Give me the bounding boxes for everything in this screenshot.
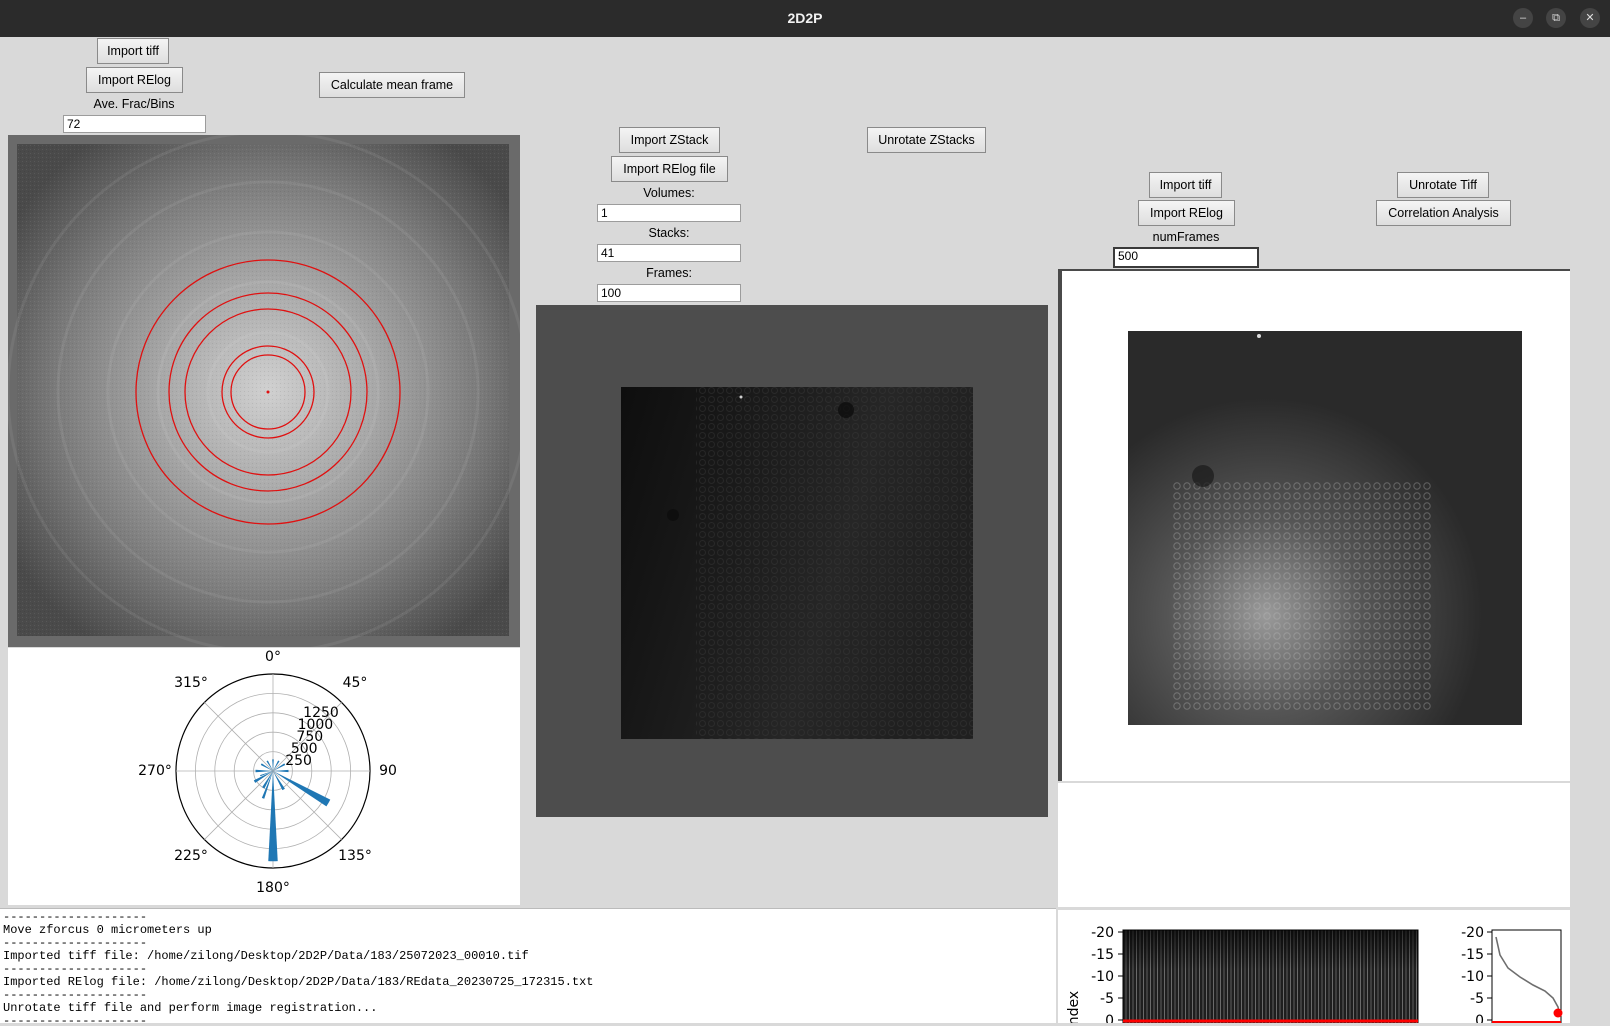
log-console[interactable]: -------------------- Move zforcus 0 micro… <box>0 908 1056 1023</box>
left-tick-label: -10 <box>1091 969 1114 985</box>
empty-plot-area <box>1058 783 1570 907</box>
close-icon[interactable]: ✕ <box>1580 8 1600 28</box>
trace-marker <box>1553 1008 1563 1018</box>
console-line: Unrotate tiff file and perform image reg… <box>3 1001 378 1015</box>
console-line: Imported tiff file: /home/zilong/Desktop… <box>3 949 529 963</box>
tiff-canvas[interactable] <box>1058 269 1570 781</box>
console-line: Move zforcus 0 micrometers up <box>3 923 212 937</box>
polar-bar <box>273 769 289 773</box>
polar-angle-label: 0° <box>265 649 281 665</box>
right-tick-label: -15 <box>1461 947 1484 963</box>
zstack-canvas[interactable] <box>536 305 1048 817</box>
polar-bar <box>260 771 273 777</box>
polar-grid-spoke <box>204 702 274 772</box>
trace-plot-frame <box>1491 929 1562 1026</box>
left-tick-label: 0 <box>1105 1013 1114 1023</box>
right-tick-label: 0 <box>1475 1013 1484 1023</box>
stacks-input[interactable]: 41 <box>597 244 741 262</box>
console-line: -------------------- <box>3 1014 148 1024</box>
calculate-mean-frame-button[interactable]: Calculate mean frame <box>319 72 465 98</box>
polar-bar <box>268 771 278 862</box>
left-tick-label: -5 <box>1100 991 1114 1007</box>
console-line: Imported RElog file: /home/zilong/Deskto… <box>3 975 594 989</box>
polar-grid-spoke <box>204 770 274 840</box>
zstack-image <box>621 387 973 739</box>
numframes-label: numFrames <box>1152 230 1220 244</box>
import-relog-button-left[interactable]: Import RElog <box>86 67 183 93</box>
frames-input[interactable]: 100 <box>597 284 741 302</box>
polar-grid-spoke <box>272 770 342 840</box>
polar-histogram: 0°45°90135°180°225°270°315°2505007501000… <box>138 649 397 896</box>
window-titlebar: 2D2P – ⧉ ✕ <box>0 0 1610 37</box>
correlation-plots: index -20 -15 -10 -5 0 -20 -15 -10 -5 0 <box>1058 910 1570 1026</box>
polar-bar <box>272 759 274 771</box>
polar-angle-label: 45° <box>343 675 368 691</box>
stacks-label: Stacks: <box>648 226 690 240</box>
minimize-icon[interactable]: – <box>1513 8 1533 28</box>
numframes-input[interactable]: 500 <box>1113 247 1259 268</box>
left-tick-label: -15 <box>1091 947 1114 963</box>
maximize-icon[interactable]: ⧉ <box>1546 8 1566 28</box>
unrotate-tiff-button[interactable]: Unrotate Tiff <box>1397 172 1489 198</box>
polar-angle-label: 270° <box>138 763 172 779</box>
polar-radial-label: 1250 <box>303 705 339 721</box>
import-tiff-button-left[interactable]: Import tiff <box>97 38 169 64</box>
mean-frame-image <box>6 130 530 654</box>
polar-angle-label: 315° <box>174 675 208 691</box>
polar-plot: 0° 45° 90 135° 180° 225° 270° 315° 250 500 750 1000… <box>8 648 520 905</box>
right-tick-label: -20 <box>1461 925 1484 941</box>
right-tick-label: -5 <box>1470 991 1484 1007</box>
right-tick-label: -10 <box>1461 969 1484 985</box>
polar-bar <box>261 771 273 799</box>
ave-frac-bins-label: Ave. Frac/Bins <box>93 97 175 111</box>
import-relog-file-button[interactable]: Import RElog file <box>611 156 728 182</box>
import-zstack-button[interactable]: Import ZStack <box>619 127 720 153</box>
mean-frame-canvas[interactable] <box>6 130 530 654</box>
left-tick-label: -20 <box>1091 925 1114 941</box>
ave-frac-bins-input[interactable]: 72 <box>63 115 206 133</box>
import-relog-button-right[interactable]: Import RElog <box>1138 200 1235 226</box>
polar-angle-label: 180° <box>256 880 290 896</box>
polar-angle-label: 90 <box>379 763 397 779</box>
tiff-image <box>1128 331 1522 725</box>
window-title: 2D2P <box>787 10 823 26</box>
frames-label: Frames: <box>646 266 692 280</box>
volumes-input[interactable]: 1 <box>597 204 741 222</box>
unrotate-zstacks-button[interactable]: Unrotate ZStacks <box>867 127 986 153</box>
polar-angle-label: 135° <box>338 848 372 864</box>
y-axis-label: index <box>1066 991 1082 1023</box>
import-tiff-button-right[interactable]: Import tiff <box>1149 172 1222 198</box>
polar-angle-label: 225° <box>174 848 208 864</box>
correlation-analysis-button[interactable]: Correlation Analysis <box>1376 200 1511 226</box>
volumes-label: Volumes: <box>643 186 695 200</box>
center-marker <box>266 390 270 394</box>
